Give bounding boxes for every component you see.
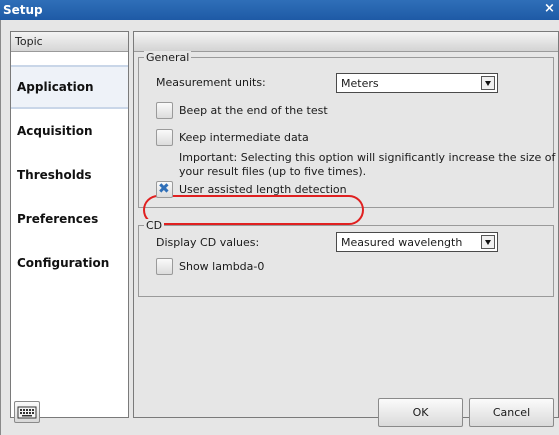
- measurement-units-label: Measurement units:: [156, 76, 266, 89]
- show-lambda-label: Show lambda-0: [179, 260, 265, 273]
- keep-intermediate-label: Keep intermediate data: [179, 131, 309, 144]
- checkbox-checked-icon: ✖: [158, 181, 170, 197]
- sidebar-item-application[interactable]: Application: [11, 65, 128, 109]
- sidebar-item-label: Application: [17, 80, 94, 94]
- display-cd-values-label: Display CD values:: [156, 236, 260, 249]
- sidebar-item-label: Acquisition: [17, 124, 93, 138]
- warning-note-line1: Important: Selecting this option will si…: [179, 151, 556, 164]
- measurement-units-value: Meters: [341, 77, 379, 90]
- keyboard-button[interactable]: [14, 401, 40, 423]
- sidebar-item-label: Preferences: [17, 212, 99, 226]
- ok-button[interactable]: OK: [378, 398, 463, 427]
- beep-label: Beep at the end of the test: [179, 104, 328, 117]
- sidebar-item-thresholds[interactable]: Thresholds: [11, 153, 128, 197]
- window-title-bar: Setup ×: [0, 0, 559, 20]
- cancel-button[interactable]: Cancel: [469, 398, 554, 427]
- measurement-units-dropdown[interactable]: Meters: [336, 73, 498, 93]
- show-lambda-checkbox[interactable]: [156, 258, 173, 275]
- setup-window: Topic Application Acquisition Thresholds…: [0, 20, 559, 435]
- highlight-annotation: [143, 195, 364, 225]
- window-title: Setup: [3, 3, 43, 17]
- display-cd-values-value: Measured wavelength: [341, 236, 463, 249]
- beep-checkbox[interactable]: [156, 102, 173, 119]
- cd-group-title: CD: [144, 219, 165, 232]
- chevron-down-icon[interactable]: [481, 76, 495, 90]
- sidebar-item-acquisition[interactable]: Acquisition: [11, 109, 128, 153]
- warning-note-line2: your result files (up to five times).: [179, 165, 367, 178]
- sidebar-item-preferences[interactable]: Preferences: [11, 197, 128, 241]
- keyboard-icon: [17, 406, 37, 419]
- topic-header: Topic: [11, 32, 128, 52]
- chevron-down-icon[interactable]: [481, 235, 495, 249]
- display-cd-values-dropdown[interactable]: Measured wavelength: [336, 232, 498, 252]
- general-group-title: General: [144, 51, 192, 64]
- settings-panel-header: [134, 32, 558, 52]
- user-assisted-length-checkbox[interactable]: ✖: [156, 181, 173, 198]
- sidebar-item-label: Configuration: [17, 256, 110, 270]
- sidebar-item-configuration[interactable]: Configuration: [11, 241, 128, 285]
- close-icon[interactable]: ×: [544, 1, 558, 18]
- topic-sidebar: Topic Application Acquisition Thresholds…: [10, 31, 129, 418]
- sidebar-item-label: Thresholds: [17, 168, 92, 182]
- keep-intermediate-checkbox[interactable]: [156, 129, 173, 146]
- user-assisted-length-label: User assisted length detection: [179, 183, 347, 196]
